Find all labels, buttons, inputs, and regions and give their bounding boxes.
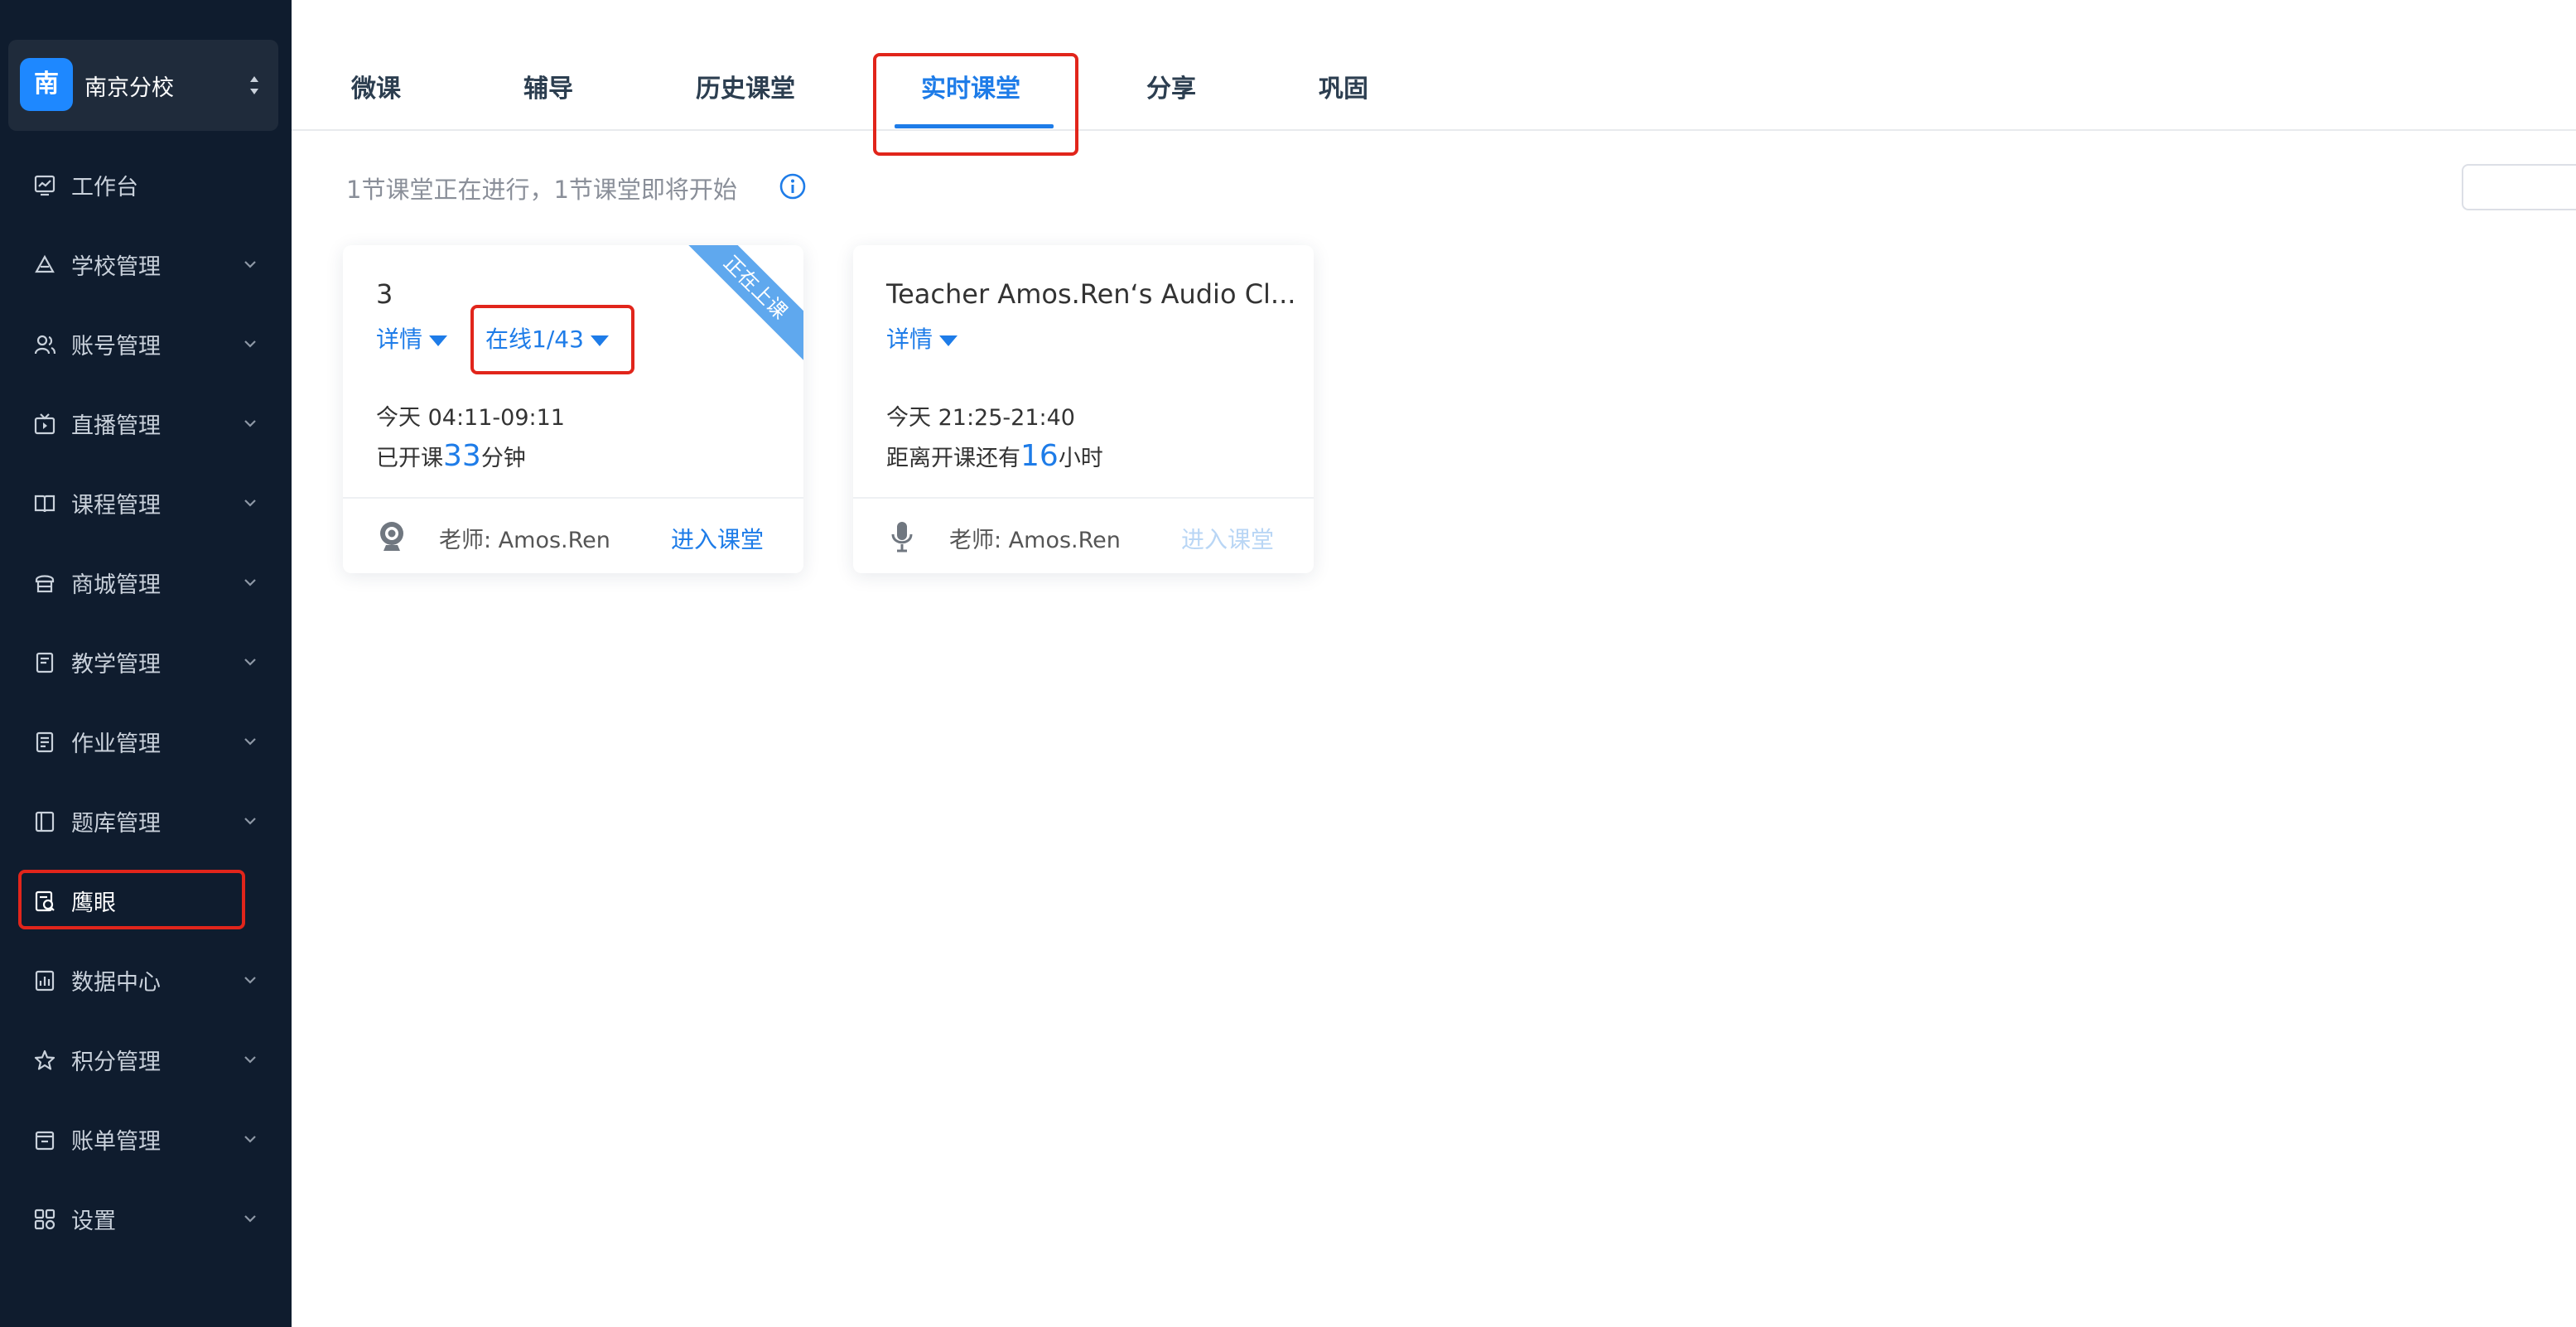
- question-bank-icon: [35, 811, 55, 832]
- card-footer: 老师: Amos.Ren 进入课堂: [343, 497, 803, 573]
- users-icon: [34, 335, 56, 355]
- sidebar-item-label: 商城管理: [71, 572, 161, 598]
- school-icon: [35, 254, 55, 273]
- microphone-icon: [891, 522, 913, 553]
- chevron-down-icon: [244, 1215, 256, 1223]
- sidebar-item-dashboard[interactable]: 工作台: [0, 146, 292, 225]
- live-tv-icon: [34, 413, 55, 435]
- tab-history-class[interactable]: 历史课堂: [696, 68, 795, 104]
- sidebar-item-label: 账单管理: [71, 1129, 161, 1155]
- chevron-down-icon: [244, 977, 256, 984]
- card-footer: 老师: Amos.Ren 进入课堂: [853, 497, 1314, 573]
- tab-consolidate[interactable]: 巩固: [1319, 68, 1368, 104]
- class-time: 今天 21:25-21:40: [886, 405, 1075, 431]
- highlight-box: [873, 53, 1078, 156]
- sidebar-item-label: 数据中心: [71, 970, 161, 996]
- enter-class-button[interactable]: 进入课堂: [671, 522, 764, 555]
- class-title: Teacher Amos.Ren‘s Audio Cl...: [886, 278, 1296, 310]
- sidebar-item-label: 直播管理: [71, 413, 161, 439]
- countdown-number: 16: [1020, 439, 1059, 473]
- sidebar-item-teaching[interactable]: 教学管理: [0, 623, 292, 702]
- tab-share[interactable]: 分享: [1146, 68, 1196, 104]
- sidebar-item-label: 课程管理: [71, 493, 161, 519]
- sidebar: 南 南京分校 工作台 学校管理 账号管理 直播管理 课程管理 商城管理 教学管理: [0, 0, 292, 1327]
- search-input[interactable]: [2462, 164, 2576, 210]
- school-switcher[interactable]: 南 南京分校: [8, 40, 278, 131]
- class-card: 正在上课 3 详情 在线1/43 今天 04:11-09:11 已开课33分钟 …: [343, 245, 803, 573]
- detail-dropdown[interactable]: 详情: [886, 321, 958, 355]
- highlight-box: [470, 305, 634, 374]
- school-name: 南京分校: [84, 75, 174, 101]
- chevron-down-icon: [244, 261, 256, 268]
- book-open-icon: [34, 495, 55, 513]
- homework-icon: [36, 731, 54, 753]
- sidebar-item-question-bank[interactable]: 题库管理: [0, 782, 292, 861]
- live-ribbon: 正在上课: [678, 245, 803, 364]
- sidebar-item-settings[interactable]: 设置: [0, 1180, 292, 1259]
- info-icon[interactable]: [779, 172, 807, 200]
- sidebar-item-points[interactable]: 积分管理: [0, 1021, 292, 1100]
- enter-class-button[interactable]: 进入课堂: [1181, 522, 1274, 555]
- detail-label: 详情: [376, 326, 423, 353]
- chevron-down-icon: [244, 340, 256, 348]
- store-icon: [35, 575, 55, 593]
- chevron-down-icon: [244, 420, 256, 427]
- detail-label: 详情: [886, 326, 933, 353]
- sidebar-item-label: 教学管理: [71, 652, 161, 678]
- class-status-text: 1节课堂正在进行，1节课堂即将开始: [346, 176, 737, 204]
- sidebar-item-course[interactable]: 课程管理: [0, 464, 292, 543]
- detail-dropdown[interactable]: 详情: [376, 321, 448, 355]
- sidebar-item-billing[interactable]: 账单管理: [0, 1100, 292, 1180]
- sidebar-item-label: 积分管理: [71, 1050, 161, 1075]
- chevron-down-icon: [244, 738, 256, 746]
- sidebar-item-label: 账号管理: [71, 334, 161, 359]
- chevron-down-icon: [244, 499, 256, 507]
- caret-down-icon: [429, 335, 448, 346]
- webcam-icon: [380, 522, 403, 551]
- teaching-icon: [36, 652, 54, 673]
- grid-settings-icon: [34, 1209, 55, 1230]
- class-duration: 已开课33分钟: [376, 439, 526, 473]
- chevron-down-icon: [244, 1056, 256, 1064]
- sidebar-item-store[interactable]: 商城管理: [0, 543, 292, 623]
- class-countdown: 距离开课还有16小时: [886, 439, 1103, 473]
- class-time: 今天 04:11-09:11: [376, 405, 565, 431]
- class-title: 3: [376, 278, 393, 310]
- sidebar-item-data-center[interactable]: 数据中心: [0, 941, 292, 1021]
- sidebar-item-label: 设置: [71, 1209, 116, 1234]
- teacher-name: 老师: Amos.Ren: [949, 528, 1121, 553]
- tab-bar: 微课 辅导 历史课堂 实时课堂 分享 巩固: [292, 0, 2576, 131]
- highlight-box: [18, 870, 245, 929]
- tab-micro-course[interactable]: 微课: [351, 68, 401, 104]
- chevron-down-icon: [244, 659, 256, 666]
- sidebar-item-homework[interactable]: 作业管理: [0, 702, 292, 782]
- chart-icon: [35, 970, 55, 992]
- sidebar-item-label: 学校管理: [71, 254, 161, 280]
- dashboard-icon: [34, 175, 55, 196]
- sort-arrows-icon: [250, 76, 258, 94]
- class-card: Teacher Amos.Ren‘s Audio Cl... 详情 今天 21:…: [853, 245, 1314, 573]
- chevron-down-icon: [244, 579, 256, 586]
- chevron-down-icon: [244, 818, 256, 825]
- sidebar-item-live[interactable]: 直播管理: [0, 384, 292, 464]
- sidebar-item-account[interactable]: 账号管理: [0, 305, 292, 384]
- sidebar-item-label: 作业管理: [71, 731, 161, 757]
- caret-down-icon: [939, 335, 958, 346]
- school-logo: 南: [20, 58, 73, 111]
- duration-number: 33: [443, 439, 481, 473]
- chevron-down-icon: [244, 1136, 256, 1143]
- bill-icon: [35, 1131, 55, 1151]
- sidebar-item-school[interactable]: 学校管理: [0, 225, 292, 305]
- star-icon: [34, 1050, 55, 1070]
- sidebar-item-label: 工作台: [71, 175, 138, 200]
- tab-tutoring[interactable]: 辅导: [523, 68, 573, 104]
- sidebar-item-label: 题库管理: [71, 811, 161, 837]
- teacher-name: 老师: Amos.Ren: [439, 528, 610, 553]
